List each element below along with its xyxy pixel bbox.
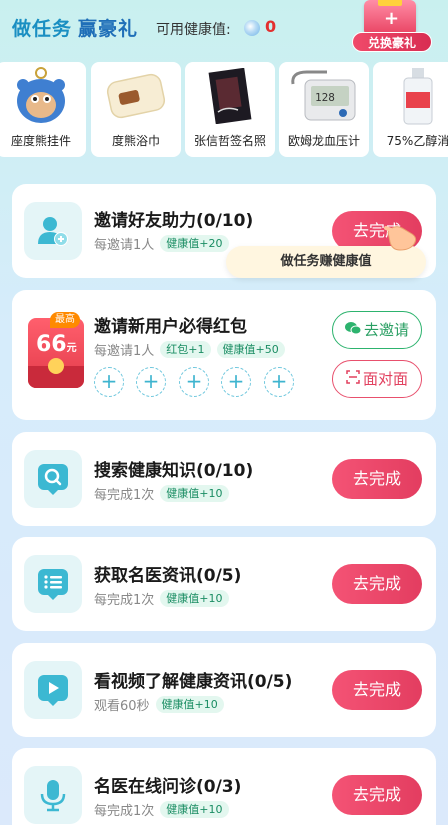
prize-name: 座度熊挂件: [10, 134, 71, 148]
prize-list: 座度熊挂件 度熊浴巾 张信哲签名照 128 欧姆龙血压计 75%乙醇消: [0, 62, 448, 158]
task-subtitle: 每完成1次 健康值+10: [94, 589, 229, 608]
add-user-icon: [24, 202, 82, 260]
invite-slot[interactable]: +: [136, 367, 166, 397]
task-card-video: 看视频了解健康资讯(0/5) 观看60秒 健康值+10 去完成: [12, 643, 436, 737]
task-subtitle: 每完成1次 健康值+10: [94, 484, 229, 503]
reward-tag: 健康值+50: [216, 341, 285, 358]
redpack-tag: 红包+1: [160, 341, 211, 358]
task-card-online-consultation: 名医在线问诊(0/3) 每完成1次 健康值+10 去完成: [12, 748, 436, 825]
microphone-icon: [24, 766, 82, 824]
wechat-invite-button[interactable]: 去邀请: [332, 311, 422, 349]
page-title: 做任务 赢豪礼: [12, 14, 138, 41]
task-sub-text: 每完成1次: [94, 488, 155, 503]
exchange-gift-entry[interactable]: + 兑换豪礼: [350, 0, 434, 54]
task-subtitle: 每完成1次 健康值+10: [94, 800, 229, 819]
reward-tag: 健康值+10: [160, 485, 229, 502]
towel-image: [91, 62, 181, 130]
wechat-icon: [344, 313, 362, 349]
invite-label: 去邀请: [363, 321, 409, 339]
svg-text:128: 128: [315, 91, 335, 104]
face-to-face-button[interactable]: 面对面: [332, 360, 422, 398]
complete-button[interactable]: 去完成: [332, 564, 422, 604]
red-packet-icon: 最高 66元: [28, 312, 84, 388]
alcohol-bottle-image: [373, 62, 448, 130]
signed-photo-image: [185, 62, 275, 130]
invite-slot[interactable]: +: [94, 367, 124, 397]
invite-slot[interactable]: +: [179, 367, 209, 397]
invite-slot[interactable]: +: [264, 367, 294, 397]
reward-tag: 健康值+10: [155, 696, 224, 713]
task-title: 邀请新用户必得红包: [94, 317, 247, 337]
search-icon: [24, 450, 82, 508]
task-sub-text: 每邀请1人: [94, 344, 155, 359]
task-title: 获取名医资讯(0/5): [94, 566, 242, 586]
invite-slot[interactable]: +: [221, 367, 251, 397]
gift-box-icon: +: [364, 0, 416, 36]
reward-tag: 健康值+10: [160, 801, 229, 818]
message-list-icon: [24, 555, 82, 613]
reward-tag: 健康值+10: [160, 590, 229, 607]
task-sub-text: 观看60秒: [94, 699, 150, 714]
scan-icon: [346, 362, 360, 398]
task-subtitle: 观看60秒 健康值+10: [94, 695, 224, 714]
redpack-amount: 66元: [36, 332, 77, 357]
reward-tag: 健康值+20: [160, 235, 229, 252]
prize-item[interactable]: 座度熊挂件: [0, 62, 86, 157]
title-part1: 做任务: [12, 18, 73, 40]
task-subtitle: 每邀请1人 健康值+20: [94, 234, 229, 253]
prize-item[interactable]: 张信哲签名照: [185, 62, 275, 157]
title-part2: 赢豪礼: [78, 18, 139, 40]
blood-pressure-monitor-image: 128: [279, 62, 369, 130]
task-sub-text: 每完成1次: [94, 804, 155, 819]
prize-item[interactable]: 度熊浴巾: [91, 62, 181, 157]
complete-button[interactable]: 去完成: [332, 459, 422, 499]
health-point-icon: [244, 20, 260, 36]
header: 做任务 赢豪礼 可用健康值: 0 + 兑换豪礼: [0, 0, 448, 56]
prize-name: 张信哲签名照: [193, 134, 266, 148]
prize-item[interactable]: 128 欧姆龙血压计: [279, 62, 369, 157]
points-value: 0: [265, 17, 277, 36]
prize-name: 75%乙醇消: [386, 134, 448, 148]
task-title: 搜索健康知识(0/10): [94, 461, 254, 481]
task-title: 看视频了解健康资讯(0/5): [94, 672, 293, 692]
task-title: 名医在线问诊(0/3): [94, 777, 242, 797]
task-sub-text: 每完成1次: [94, 593, 155, 608]
task-card-doctor-news: 获取名医资讯(0/5) 每完成1次 健康值+10 去完成: [12, 537, 436, 631]
exchange-button[interactable]: 兑换豪礼: [352, 32, 432, 52]
complete-button[interactable]: 去完成: [332, 775, 422, 815]
prize-name: 度熊浴巾: [111, 134, 160, 148]
bear-pendant-image: [0, 62, 86, 130]
task-subtitle: 每邀请1人 红包+1 健康值+50: [94, 340, 285, 359]
complete-button[interactable]: 去完成: [332, 670, 422, 710]
facetoface-label: 面对面: [362, 370, 408, 388]
max-badge: 最高: [50, 312, 80, 328]
task-title: 邀请好友助力(0/10): [94, 211, 254, 231]
points-label: 可用健康值:: [156, 22, 231, 38]
prize-item[interactable]: 75%乙醇消: [373, 62, 448, 157]
pointing-hand-icon: [384, 222, 418, 252]
prize-name: 欧姆龙血压计: [287, 134, 360, 148]
task-sub-text: 每邀请1人: [94, 238, 155, 253]
play-video-icon: [24, 661, 82, 719]
task-card-search-health: 搜索健康知识(0/10) 每完成1次 健康值+10 去完成: [12, 432, 436, 526]
task-card-new-user-redpack: 最高 66元 邀请新用户必得红包 每邀请1人 红包+1 健康值+50 + + +…: [12, 290, 436, 420]
